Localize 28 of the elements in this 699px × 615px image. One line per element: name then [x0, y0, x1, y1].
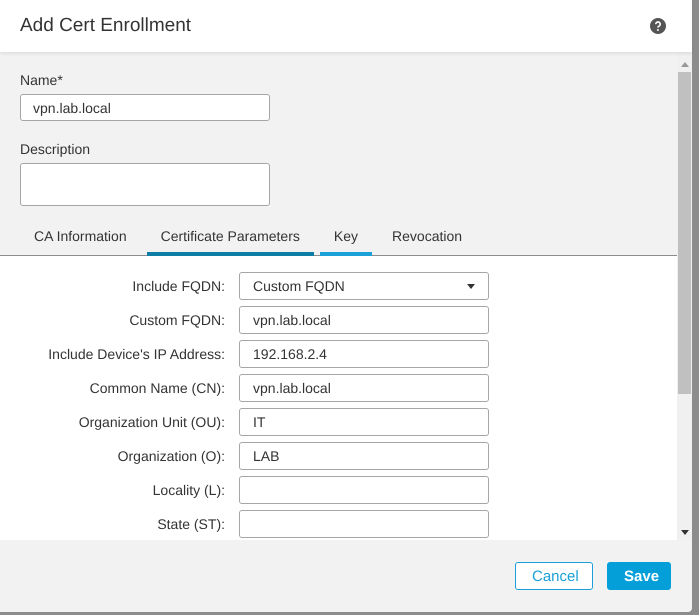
input-field[interactable]: vpn.lab.local [239, 374, 489, 402]
input-field[interactable] [239, 476, 489, 504]
name-label: Name* [20, 72, 64, 88]
tab[interactable]: CA Information [20, 224, 141, 256]
field-label: Common Name (CN): [88, 380, 225, 396]
tab[interactable]: Revocation [378, 224, 476, 256]
field-label: Custom FQDN: [128, 312, 225, 328]
input-field[interactable]: vpn.lab.local [239, 306, 489, 334]
description-label: Description [20, 141, 92, 157]
scroll-up-icon[interactable] [680, 62, 688, 67]
field-label: State (ST): [156, 516, 225, 532]
field-label: Organization (O): [116, 448, 225, 464]
input-field[interactable]: 192.168.2.4 [239, 340, 489, 368]
field-label: Organization Unit (OU): [78, 414, 225, 430]
scroll-down-icon[interactable] [680, 530, 688, 535]
name-field[interactable]: vpn.lab.local [20, 94, 270, 121]
dropdown[interactable]: Custom FQDN [239, 272, 489, 300]
input-field[interactable]: LAB [239, 442, 489, 470]
input-field[interactable] [239, 510, 489, 538]
dialog-title: Add Cert Enrollment [20, 15, 192, 37]
input-field[interactable]: IT [239, 408, 489, 436]
field-label: Locality (L): [152, 482, 225, 498]
field-label: Include Device's IP Address: [47, 346, 225, 362]
caret-icon [467, 284, 475, 288]
help-icon[interactable] [650, 18, 666, 34]
field-label: Include FQDN: [131, 278, 225, 294]
description-field[interactable] [20, 163, 270, 206]
scroll-thumb[interactable] [678, 72, 691, 394]
